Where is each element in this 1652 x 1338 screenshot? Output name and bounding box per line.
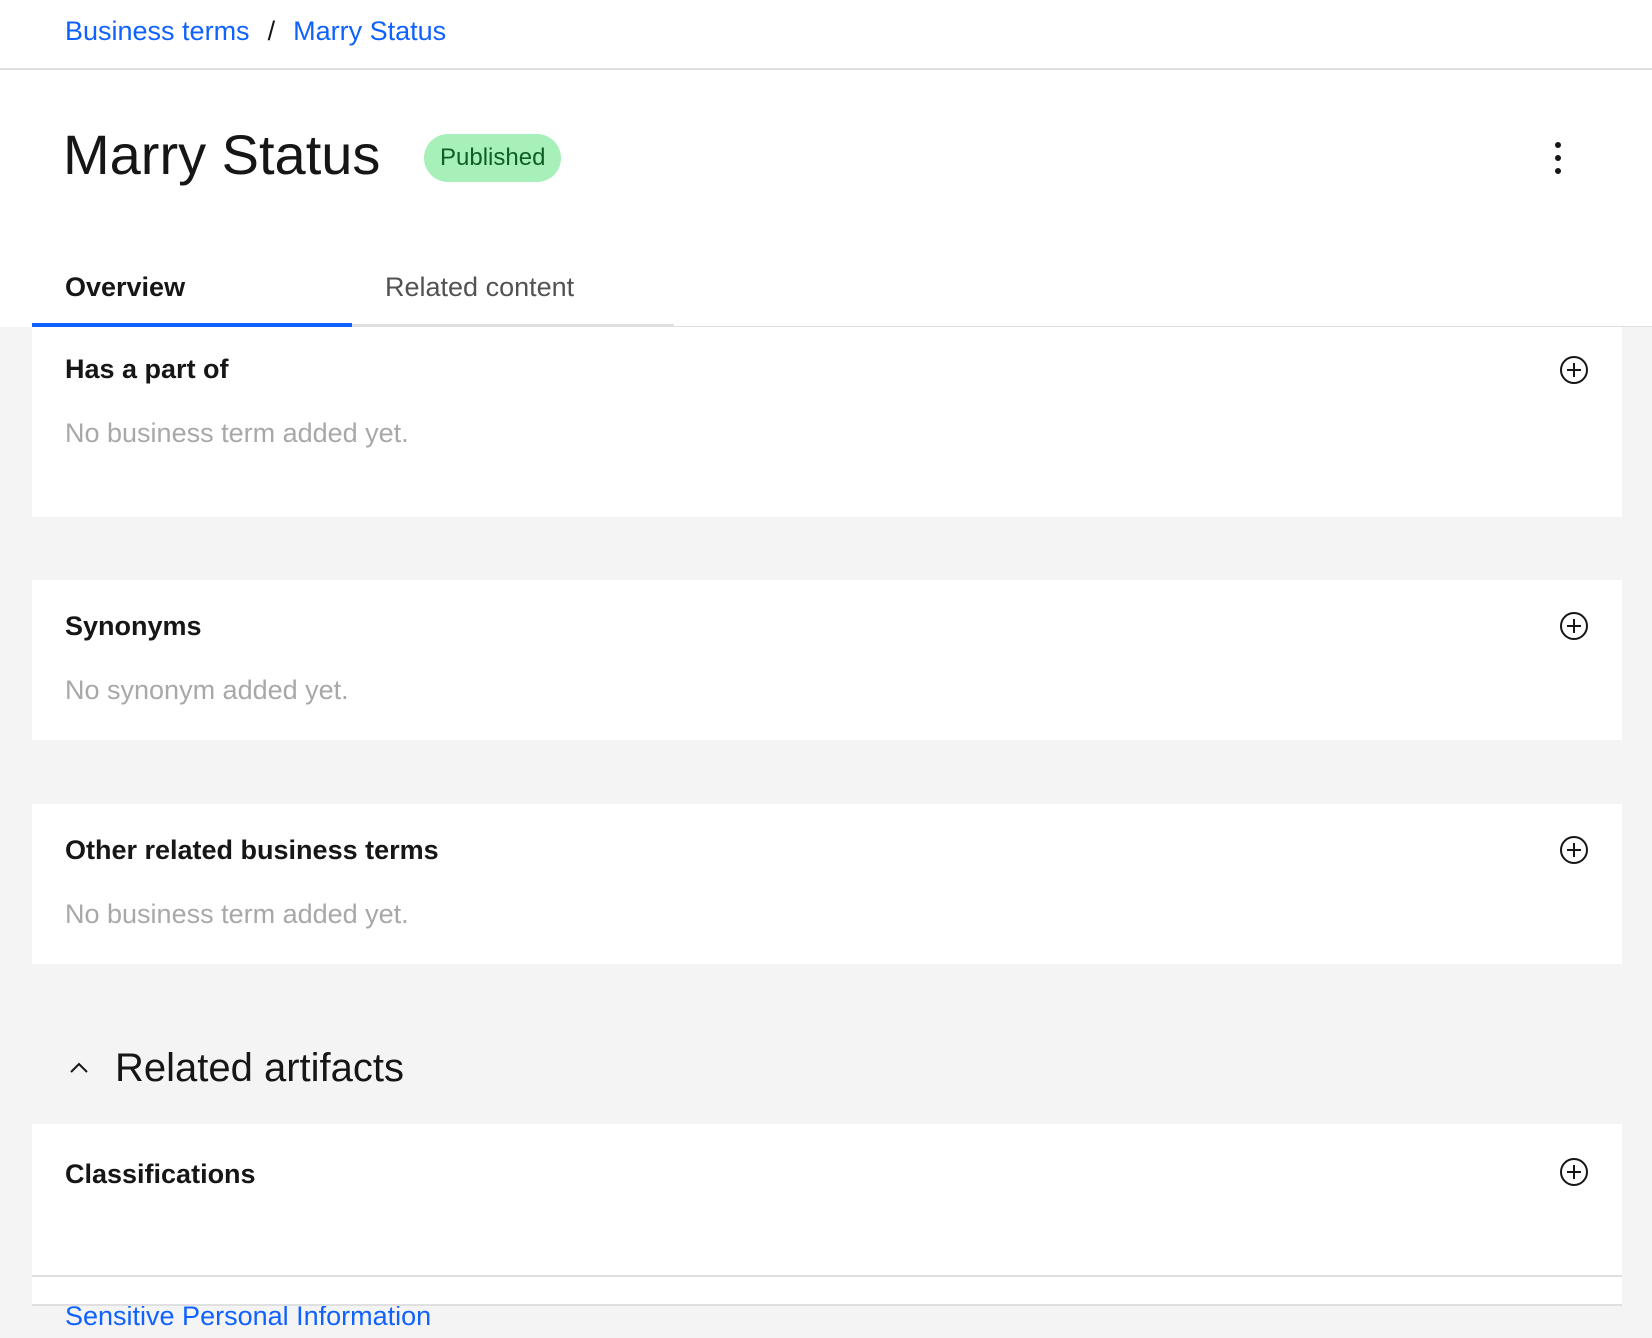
chevron-up-icon [65, 1054, 93, 1082]
header-divider [0, 68, 1652, 70]
has-part-of-title: Has a part of [65, 354, 229, 384]
add-classification-button[interactable] [1558, 1156, 1590, 1188]
related-artifacts-heading: Related artifacts [115, 1045, 405, 1090]
synonyms-card: Synonyms No synonym added yet. [32, 580, 1622, 740]
breadcrumb: Business terms / Marry Status [65, 12, 446, 50]
other-related-terms-title: Other related business terms [65, 835, 439, 865]
tab-overview-label: Overview [65, 271, 186, 302]
add-circle-icon [1560, 1158, 1588, 1186]
tab-overview[interactable]: Overview [32, 255, 352, 327]
has-part-of-empty-text: No business term added yet. [65, 418, 409, 448]
classifications-card: Classifications Sensitive Personal Infor… [32, 1124, 1622, 1331]
page-title: Marry Status [63, 123, 381, 186]
related-artifacts-toggle[interactable]: Related artifacts [65, 1036, 404, 1100]
add-circle-icon [1560, 356, 1588, 384]
add-related-term-button[interactable] [1558, 834, 1590, 866]
has-part-of-card: Has a part of No business term added yet… [32, 327, 1622, 517]
add-has-part-of-button[interactable] [1558, 354, 1590, 386]
overflow-menu-vertical-icon[interactable] [1536, 134, 1580, 182]
tab-related-content[interactable]: Related content [352, 255, 674, 327]
breadcrumb-current-link[interactable]: Marry Status [293, 16, 446, 47]
other-related-terms-card: Other related business terms No business… [32, 804, 1622, 964]
add-circle-icon [1560, 836, 1588, 864]
page-header: Business terms / Marry Status Marry Stat… [0, 0, 1652, 327]
status-badge: Published [424, 134, 562, 182]
tab-list: Overview Related content [32, 255, 674, 327]
classifications-divider [32, 1275, 1622, 1277]
add-synonym-button[interactable] [1558, 610, 1590, 642]
classifications-title: Classifications [65, 1159, 256, 1189]
breadcrumb-business-terms-link[interactable]: Business terms [65, 16, 250, 47]
card-bottom-border [32, 1304, 1622, 1306]
synonyms-title: Synonyms [65, 611, 202, 641]
add-circle-icon [1560, 612, 1588, 640]
tab-related-content-label: Related content [385, 271, 575, 302]
breadcrumb-separator: / [267, 15, 276, 46]
synonyms-empty-text: No synonym added yet. [65, 675, 349, 705]
other-related-terms-empty-text: No business term added yet. [65, 899, 409, 929]
